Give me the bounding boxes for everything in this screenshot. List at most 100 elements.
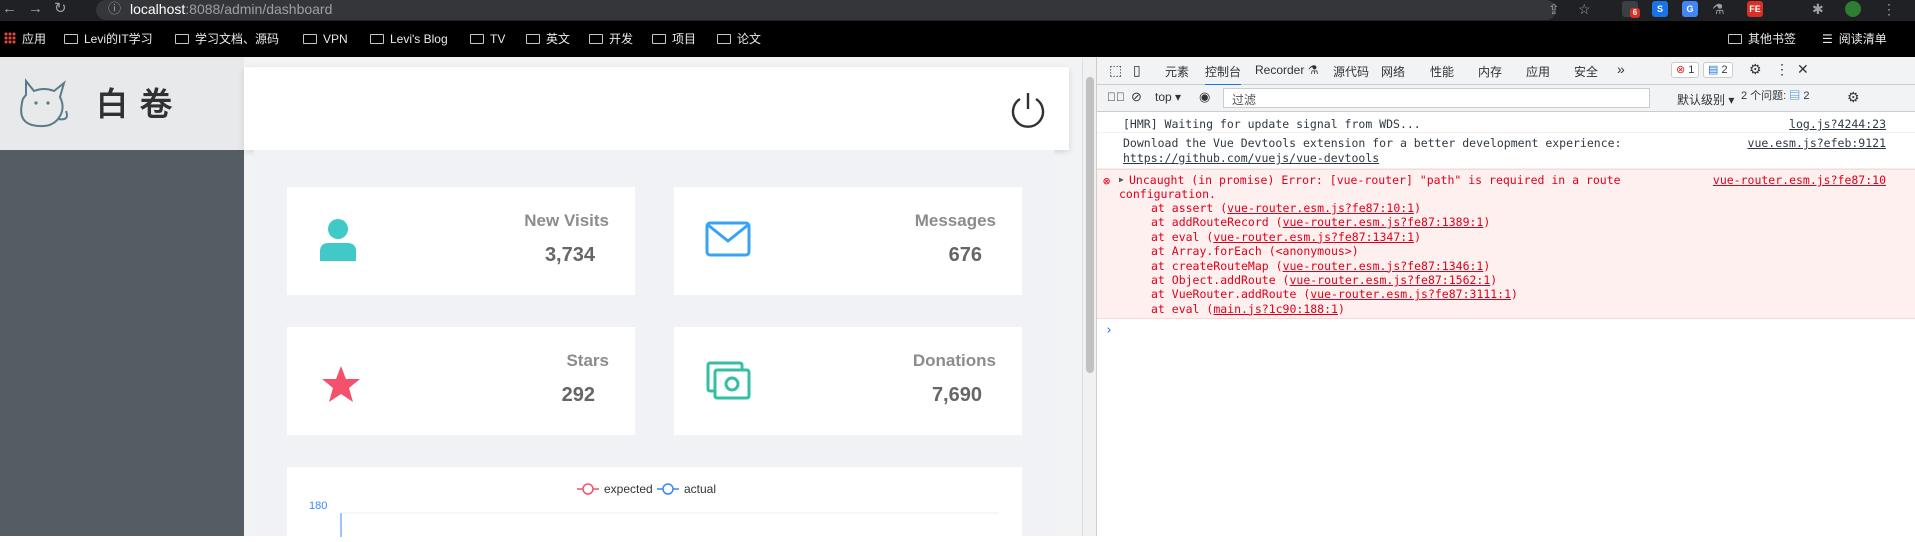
logo-area: 白卷 xyxy=(0,57,244,150)
stack-frame-link[interactable]: vue-router.esm.js?fe87:1562:1 xyxy=(1289,273,1490,287)
page-scrollbar[interactable] xyxy=(1082,57,1096,536)
settings-gear-icon[interactable]: ⚙ xyxy=(1749,61,1762,78)
stack-frame-link[interactable]: main.js?1c90:188:1 xyxy=(1213,302,1338,316)
bookmark-label: Levi的IT学习 xyxy=(84,32,153,46)
bookmark-folder[interactable]: 英文 xyxy=(526,31,570,47)
legend-expected[interactable]: expected xyxy=(577,482,653,496)
issues-icon: ▤ xyxy=(1789,90,1801,102)
error-icon: ⊗ xyxy=(1676,64,1686,76)
power-icon[interactable] xyxy=(1009,91,1047,129)
expand-triangle-icon[interactable]: ▶ xyxy=(1119,175,1124,184)
message-count-badge[interactable]: ▤ 2 xyxy=(1703,62,1733,78)
stack-frame: at Array.forEach (<anonymous>) xyxy=(1151,244,1359,259)
log-link[interactable]: https://github.com/vuejs/vue-devtools xyxy=(1123,151,1379,165)
sidebar-toggle-icon[interactable]: ▶⃞ xyxy=(1107,90,1125,104)
tab-performance[interactable]: 性能 xyxy=(1430,63,1454,80)
panel-card-messages[interactable]: Messages 676 xyxy=(674,187,1022,295)
bookmark-folder[interactable]: TV xyxy=(470,31,505,47)
bookmark-folder[interactable]: 开发 xyxy=(589,31,633,47)
live-expression-eye-icon[interactable]: ◉ xyxy=(1199,89,1210,105)
tab-security[interactable]: 安全 xyxy=(1574,63,1598,80)
tab-elements[interactable]: 元素 xyxy=(1165,63,1189,80)
line-chart-panel: expected actual 180 xyxy=(287,467,1022,537)
stack-frame-link[interactable]: vue-router.esm.js?fe87:1347:1 xyxy=(1213,230,1414,244)
issues-counter[interactable]: 2 个问题: ▤ 2 xyxy=(1737,89,1813,105)
devtools-menu-icon[interactable]: ⋮ xyxy=(1775,61,1789,78)
fe-extension-icon[interactable]: FE xyxy=(1747,1,1763,17)
context-select[interactable]: top ▾ xyxy=(1155,90,1181,104)
bookmark-label: 英文 xyxy=(546,32,571,46)
bookmark-label: 学习文档、源码 xyxy=(195,32,280,46)
reading-list[interactable]: ☰ 阅读清单 xyxy=(1822,31,1887,47)
bookmark-label: 论文 xyxy=(737,32,762,46)
share-icon[interactable]: ⇪ xyxy=(1548,0,1560,18)
y-tick-label: 180 xyxy=(309,500,327,512)
log-level-select[interactable]: 默认级别 ▾ xyxy=(1677,91,1734,108)
bookmark-apps[interactable]: 应用 xyxy=(4,31,46,47)
url-text[interactable]: localhost:8088/admin/dashboard xyxy=(130,1,332,18)
other-bookmarks[interactable]: 其他书签 xyxy=(1728,31,1796,47)
log-source-link[interactable]: log.js?4244:23 xyxy=(1789,117,1886,131)
bookmark-folder[interactable]: 学习文档、源码 xyxy=(175,31,279,47)
bookmark-folder[interactable]: Levi的IT学习 xyxy=(64,31,153,47)
console-settings-gear-icon[interactable]: ⚙ xyxy=(1847,89,1860,106)
more-tabs-icon[interactable]: » xyxy=(1617,61,1625,77)
console-log-row: [HMR] Waiting for update signal from WDS… xyxy=(1097,117,1915,133)
bookmark-label: 其他书签 xyxy=(1748,32,1797,46)
bookmark-label: 项目 xyxy=(672,32,697,46)
bookmark-folder[interactable]: 项目 xyxy=(652,31,696,47)
tab-sources[interactable]: 源代码 xyxy=(1333,63,1369,80)
folder-icon xyxy=(303,34,317,44)
flask-extension-icon[interactable]: ⚗ xyxy=(1712,0,1725,18)
forward-icon[interactable]: → xyxy=(28,0,43,18)
card-label: Donations xyxy=(912,351,996,370)
panel-card-donations[interactable]: Donations 7,690 xyxy=(674,327,1022,435)
error-stack: at assert (vue-router.esm.js?fe87:10:1) … xyxy=(1151,201,1518,316)
reading-list-label: 阅读清单 xyxy=(1838,32,1887,46)
close-devtools-icon[interactable]: ✕ xyxy=(1797,61,1809,78)
folder-icon xyxy=(370,34,384,44)
legend-actual[interactable]: actual xyxy=(657,482,716,496)
tab-network[interactable]: 网络 xyxy=(1381,63,1405,80)
reload-icon[interactable]: ↻ xyxy=(54,0,67,18)
bookmark-star-icon[interactable]: ☆ xyxy=(1578,0,1591,18)
profile-avatar-icon[interactable] xyxy=(1845,1,1861,17)
site-info-icon[interactable]: ⓘ xyxy=(108,0,121,18)
menu-icon[interactable]: ⋮ xyxy=(1882,0,1896,18)
scrollbar-thumb[interactable] xyxy=(1086,77,1094,373)
panel-card-visits[interactable]: New Visits 3,734 xyxy=(287,187,635,295)
bookmark-folder[interactable]: 论文 xyxy=(717,31,761,47)
stack-frame-link[interactable]: vue-router.esm.js?fe87:1346:1 xyxy=(1283,259,1484,273)
stack-frame-link[interactable]: vue-router.esm.js?fe87:1389:1 xyxy=(1283,215,1484,229)
stack-frame-link[interactable]: vue-router.esm.js?fe87:3111:1 xyxy=(1310,287,1511,301)
panel-card-stars[interactable]: Stars 292 xyxy=(287,327,635,435)
s-extension-icon[interactable]: S xyxy=(1652,1,1668,17)
issues-label: 2 个问题: xyxy=(1741,90,1787,102)
devtools-panel: ⬚ ▯ 元素 控制台 Recorder ⚗ 源代码 网络 性能 内存 应用 安全… xyxy=(1096,57,1915,536)
error-count-badge[interactable]: ⊗ 1 xyxy=(1671,62,1700,78)
stack-frame: at Object.addRoute (vue-router.esm.js?fe… xyxy=(1151,273,1498,288)
console-filter-input[interactable]: 过滤 xyxy=(1223,88,1650,108)
card-value: 7,690 xyxy=(931,384,982,406)
tab-application[interactable]: 应用 xyxy=(1526,63,1550,80)
stack-frame-link[interactable]: vue-router.esm.js?fe87:10:1 xyxy=(1227,201,1414,215)
tab-console[interactable]: 控制台 xyxy=(1205,63,1242,86)
cat-logo-icon xyxy=(20,78,68,128)
log-source-link[interactable]: vue.esm.js?efeb:9121 xyxy=(1748,136,1886,150)
bookmark-label: VPN xyxy=(323,32,348,46)
puzzle-icon[interactable]: ✱ xyxy=(1812,0,1824,18)
clear-console-icon[interactable]: ⊘ xyxy=(1131,89,1142,105)
url-path: :8088/admin/dashboard xyxy=(185,1,333,17)
folder-icon xyxy=(526,34,540,44)
console-prompt[interactable]: › xyxy=(1105,323,1113,338)
line-chart: expected actual 180 xyxy=(309,482,999,537)
bookmark-folder[interactable]: VPN xyxy=(303,31,348,47)
translate-extension-icon[interactable]: G xyxy=(1682,1,1698,17)
error-source-link[interactable]: vue-router.esm.js?fe87:10 xyxy=(1713,173,1886,187)
bookmark-folder[interactable]: Levi's Blog xyxy=(370,31,448,47)
device-toolbar-icon[interactable]: ▯ xyxy=(1133,62,1141,79)
back-icon[interactable]: ← xyxy=(2,0,17,18)
tab-memory[interactable]: 内存 xyxy=(1478,63,1502,80)
tab-recorder[interactable]: Recorder ⚗ xyxy=(1255,63,1318,77)
inspect-element-icon[interactable]: ⬚ xyxy=(1109,62,1122,79)
